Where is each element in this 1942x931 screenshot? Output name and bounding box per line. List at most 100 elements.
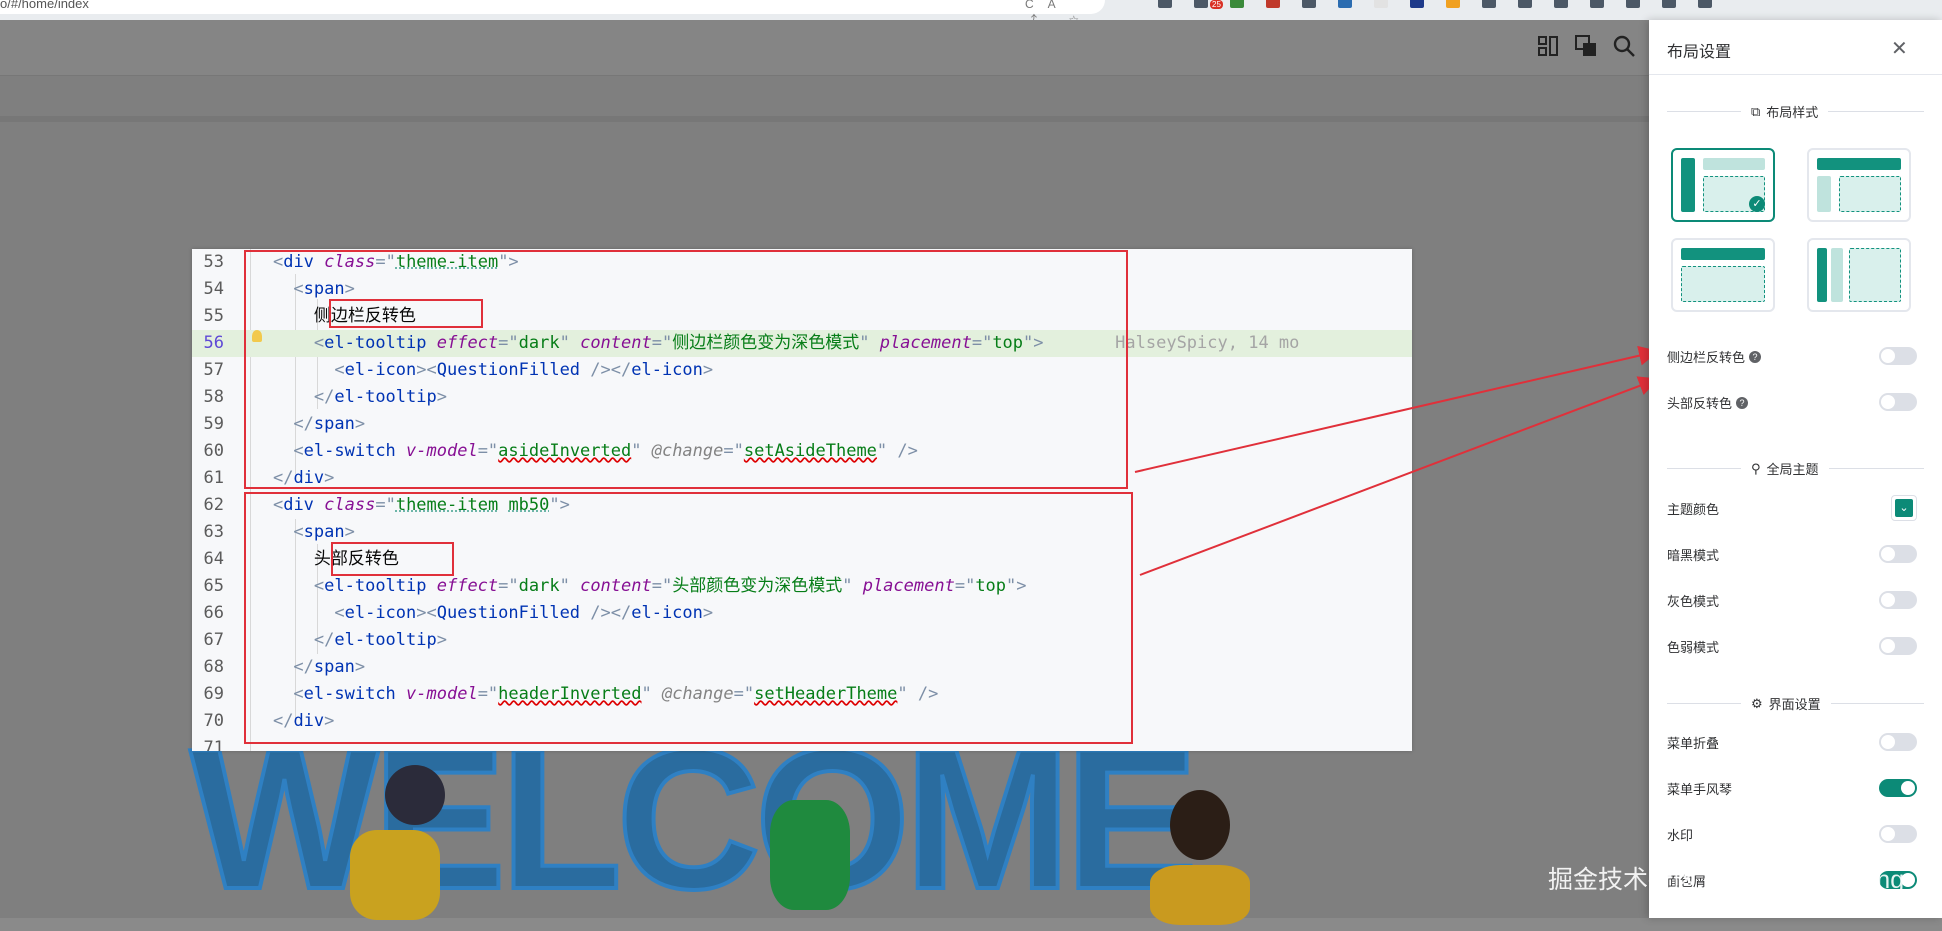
layout-header-shape xyxy=(1817,158,1901,170)
line-number: 55 xyxy=(203,306,224,326)
layout-header-shape xyxy=(1681,248,1765,260)
chevron-down-icon: ⌄ xyxy=(1895,499,1913,517)
drawer-title: 布局设置 xyxy=(1667,44,1732,61)
layout-icon: ⧉ xyxy=(1751,103,1761,119)
line-number: 59 xyxy=(203,414,224,434)
url-text: o/#/home/index xyxy=(0,0,89,11)
check-icon: ✓ xyxy=(1749,196,1765,212)
question-icon[interactable]: ? xyxy=(1736,396,1749,409)
line-number: 63 xyxy=(203,522,224,542)
line-number: 64 xyxy=(203,549,224,569)
layout-settings-drawer: 布局设置 ✕ ⧉ 布局样式 ✓ 侧边栏反转色 ? 头部反转色 ? ⚲ 全局主题 … xyxy=(1649,20,1942,918)
setting-label: 头部反转色 xyxy=(1667,396,1733,411)
weak-mode-switch[interactable] xyxy=(1879,637,1917,655)
person-illustration xyxy=(770,800,850,910)
setting-label: 菜单折叠 xyxy=(1667,736,1720,751)
line-number: 54 xyxy=(203,279,224,299)
line-number: 65 xyxy=(203,576,224,596)
extension-icon[interactable] xyxy=(1518,0,1532,8)
line-number: 66 xyxy=(203,603,224,623)
ui-section-title: 界面设置 xyxy=(1768,697,1821,712)
switch-knob xyxy=(1881,593,1895,607)
extension-icon[interactable] xyxy=(1554,0,1568,8)
search-icon[interactable] xyxy=(1612,34,1636,58)
setting-label: 灰色模式 xyxy=(1667,594,1720,609)
layout-main-shape xyxy=(1681,266,1765,302)
header-inverted-switch[interactable] xyxy=(1879,393,1917,411)
annotation-box-header-text xyxy=(331,542,454,576)
person-illustration xyxy=(385,765,445,825)
setting-label: 色弱模式 xyxy=(1667,640,1720,655)
extension-icon[interactable] xyxy=(1482,0,1496,8)
line-number: 61 xyxy=(203,468,224,488)
switch-knob xyxy=(1881,349,1895,363)
setting-primary-color: 主题颜色 ⌄ xyxy=(1667,495,1917,521)
dark-mode-switch[interactable] xyxy=(1879,545,1917,563)
setting-menu-accordion: 菜单手风琴 xyxy=(1667,775,1917,799)
extension-icon[interactable] xyxy=(1230,0,1244,8)
layout-section-header: ⧉ 布局样式 xyxy=(1741,102,1829,121)
line-number: 60 xyxy=(203,441,224,461)
setting-weak-mode: 色弱模式 xyxy=(1667,633,1917,657)
annotation-box-header xyxy=(244,492,1133,744)
extension-icons xyxy=(1158,0,1712,8)
line-number: 53 xyxy=(203,252,224,272)
notification-badge: 25 xyxy=(1210,0,1223,9)
layout-option-transverse[interactable] xyxy=(1671,238,1775,312)
watermark-switch[interactable] xyxy=(1879,825,1917,843)
extension-icon[interactable] xyxy=(1662,0,1676,8)
annotation-box-aside-text xyxy=(329,299,483,328)
switch-knob xyxy=(1881,395,1895,409)
address-bar[interactable]: o/#/home/index CA ⤴ ☆ xyxy=(0,0,1105,27)
line-number: 69 xyxy=(203,684,224,704)
layout-sidebar-shape xyxy=(1831,248,1843,302)
site-watermark: 掘金技术社区 @ Abadbeginning xyxy=(1548,866,1905,894)
setting-header-inverted: 头部反转色 ? xyxy=(1667,389,1917,413)
layout-option-columns[interactable] xyxy=(1807,238,1911,312)
menu-accordion-switch[interactable] xyxy=(1879,779,1917,797)
line-number: 70 xyxy=(203,711,224,731)
color-picker[interactable]: ⌄ xyxy=(1891,495,1917,521)
line-number: 56 xyxy=(203,333,224,353)
line-number: 68 xyxy=(203,657,224,677)
line-number: 71 xyxy=(203,738,224,751)
extension-icon[interactable] xyxy=(1590,0,1604,8)
layout-icon[interactable] xyxy=(1536,34,1560,58)
setting-label: 菜单手风琴 xyxy=(1667,782,1733,797)
extension-icon[interactable] xyxy=(1266,0,1280,8)
line-number: 58 xyxy=(203,387,224,407)
extension-icon[interactable] xyxy=(1194,0,1208,8)
extension-icon[interactable] xyxy=(1626,0,1640,8)
brush-icon: ⚲ xyxy=(1751,460,1761,476)
extension-icon[interactable] xyxy=(1374,0,1388,8)
extension-icon[interactable] xyxy=(1338,0,1352,8)
aside-inverted-switch[interactable] xyxy=(1879,347,1917,365)
extension-icon[interactable] xyxy=(1698,0,1712,8)
setting-label: 水印 xyxy=(1667,828,1694,843)
line-number: 67 xyxy=(203,630,224,650)
switch-knob xyxy=(1901,781,1915,795)
close-icon[interactable]: ✕ xyxy=(1891,36,1908,61)
layout-sidebar-shape xyxy=(1681,158,1695,212)
translate-icon[interactable] xyxy=(1574,34,1598,58)
extension-icon[interactable] xyxy=(1410,0,1424,8)
layout-option-classic[interactable] xyxy=(1807,148,1911,222)
layout-option-vertical[interactable]: ✓ xyxy=(1671,148,1775,222)
grey-mode-switch[interactable] xyxy=(1879,591,1917,609)
setting-aside-inverted: 侧边栏反转色 ? xyxy=(1667,343,1917,367)
line-number: 62 xyxy=(203,495,224,515)
setting-watermark: 水印 xyxy=(1667,821,1917,845)
switch-knob xyxy=(1881,827,1895,841)
setting-grey-mode: 灰色模式 xyxy=(1667,587,1917,611)
menu-collapse-switch[interactable] xyxy=(1879,733,1917,751)
extension-icon[interactable] xyxy=(1302,0,1316,8)
tabs-bar xyxy=(0,76,1649,122)
switch-knob xyxy=(1881,639,1895,653)
extension-icon[interactable] xyxy=(1446,0,1460,8)
line-number: 57 xyxy=(203,360,224,380)
extension-icon[interactable] xyxy=(1158,0,1172,8)
theme-section-header: ⚲ 全局主题 xyxy=(1741,459,1829,478)
question-icon[interactable]: ? xyxy=(1749,350,1762,363)
layout-column-shape xyxy=(1817,248,1827,302)
setting-label: 暗黑模式 xyxy=(1667,548,1720,563)
